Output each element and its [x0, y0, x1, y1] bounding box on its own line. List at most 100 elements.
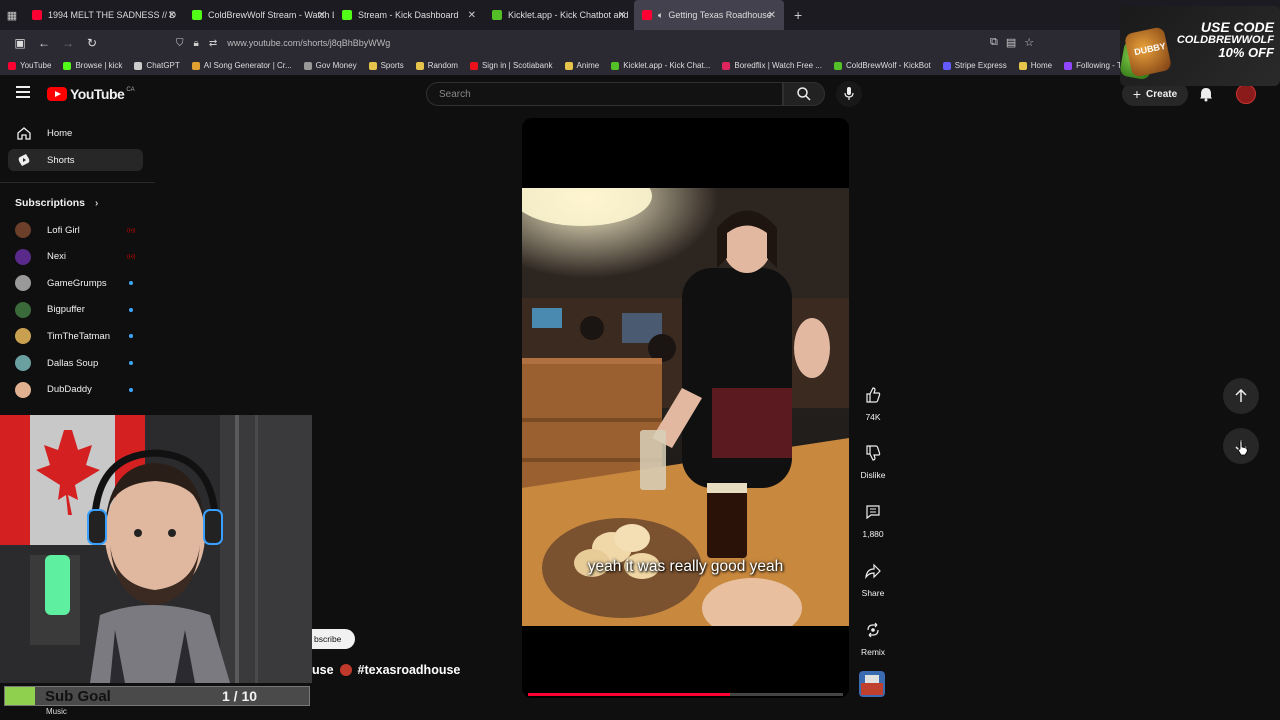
bookmark-label: Browse | kick — [75, 61, 123, 70]
bookmark-item[interactable]: YouTube — [8, 61, 51, 70]
share-arrow-icon — [858, 556, 888, 586]
subscribe-button[interactable]: bscribe — [312, 629, 355, 649]
video-caption: yeah it was really good yeah — [587, 558, 784, 575]
browser-tab[interactable]: ColdBrewWolf Stream - Watch L ✕ — [184, 0, 334, 30]
menu-icon[interactable] — [16, 86, 30, 101]
notifications-bell-icon[interactable] — [1198, 86, 1214, 102]
streamer-webcam — [0, 415, 312, 683]
channel-avatar — [15, 301, 31, 318]
back-icon[interactable]: ← — [32, 36, 56, 50]
sidebar-subscription-item[interactable]: TimTheTatman — [15, 326, 135, 346]
comments-button[interactable]: 1,880 — [855, 497, 891, 539]
sidebar-subscription-item[interactable]: Lofi Girl ((•)) — [15, 220, 135, 240]
sidebar-item-label: Home — [47, 127, 73, 139]
browser-tab[interactable]: 1994 MELT THE SADNESS // D ✕ — [24, 0, 184, 30]
bookmark-item[interactable]: Browse | kick — [63, 61, 122, 70]
sidebar-toggle-icon[interactable]: ▣ — [8, 36, 32, 50]
permissions-icon[interactable]: ⇄ — [209, 38, 217, 49]
bookmark-item[interactable]: Anime — [564, 61, 599, 70]
speaker-icon[interactable]: 🔈︎ — [658, 10, 663, 21]
tab-label: Getting Texas Roadhouse — [668, 10, 772, 20]
account-avatar[interactable] — [1236, 84, 1256, 104]
bookmark-item[interactable]: Boredflix | Watch Free ... — [722, 61, 822, 70]
previous-short-button[interactable] — [1223, 378, 1259, 414]
remix-label: Remix — [860, 647, 886, 657]
youtube-logo[interactable]: YouTube CA — [47, 86, 135, 102]
hashtag-link[interactable]: #texasroadhouse — [358, 663, 461, 677]
reload-icon[interactable]: ↻ — [80, 36, 104, 50]
browser-tab[interactable]: Stream - Kick Dashboard ✕ — [334, 0, 484, 30]
bookmark-label: Home — [1030, 61, 1053, 70]
shield-icon[interactable]: ⛉ — [176, 38, 184, 49]
url-bar-actions: ⧉ ▤ ☆ — [990, 36, 1034, 49]
voice-search-button[interactable] — [836, 81, 862, 107]
bookmark-label: AI Song Generator | Cr... — [203, 61, 292, 70]
sound-thumbnail[interactable] — [859, 671, 885, 697]
bookmark-favicon-icon — [134, 61, 143, 70]
url-text[interactable]: www.youtube.com/shorts/j8qBhBbyWWg — [227, 38, 390, 48]
channel-avatar — [15, 222, 31, 238]
close-tab-icon[interactable]: ✕ — [468, 10, 476, 21]
sidebar-item-shorts[interactable]: Shorts — [8, 149, 143, 171]
tab-label: Stream - Kick Dashboard — [358, 10, 459, 20]
bookmark-item[interactable]: Sign in | Scotiabank — [469, 61, 553, 70]
bookmark-item[interactable]: Kicklet.app - Kick Chat... — [611, 61, 710, 70]
bookmark-item[interactable]: Random — [415, 61, 458, 70]
dislike-button[interactable]: Dislike — [855, 438, 891, 480]
bookmark-item[interactable]: AI Song Generator | Cr... — [191, 61, 292, 70]
close-tab-icon[interactable]: ✕ — [168, 10, 176, 21]
webcam-image — [0, 415, 312, 683]
bookmark-favicon-icon — [942, 61, 951, 70]
channel-avatar — [15, 248, 31, 265]
bookmark-item[interactable]: Gov Money — [303, 61, 357, 70]
search-input[interactable]: Search — [426, 82, 783, 106]
sub-goal-label: Sub Goal — [45, 687, 111, 705]
sidebar-subscription-item[interactable]: GameGrumps — [15, 273, 135, 293]
bookmarks-bar: YouTube Browse | kick ChatGPT AI Song Gener… — [0, 56, 1280, 76]
bookmark-favicon-icon — [469, 61, 478, 70]
youtube-header: YouTube CA Search + Create — [0, 76, 1280, 112]
bookmark-label: ChatGPT — [146, 61, 180, 70]
arrow-up-icon — [1235, 389, 1247, 402]
sidebar-subscription-item[interactable]: DubDaddy — [15, 380, 135, 400]
forward-icon[interactable]: → — [56, 36, 80, 50]
remix-button[interactable]: Remix — [855, 615, 891, 657]
video-progress-bar[interactable] — [528, 693, 843, 696]
share-button[interactable]: Share — [855, 556, 891, 598]
title-prefix: use — [312, 663, 334, 677]
bookmark-item[interactable]: Sports — [368, 61, 404, 70]
channel-avatar — [15, 328, 31, 345]
sidebar-item-home[interactable]: Home — [8, 122, 143, 144]
tab-list-icon[interactable]: ▦ — [0, 0, 24, 30]
promo-line-1: USE CODE — [1200, 19, 1274, 35]
bookmark-item[interactable]: Home — [1018, 61, 1053, 70]
shorts-player[interactable]: yeah it was really good yeah — [522, 118, 849, 698]
search-button[interactable] — [783, 82, 825, 106]
sidebar-subscription-item[interactable]: Nexi ((•)) — [15, 247, 135, 267]
youtube-favicon-icon — [642, 10, 652, 20]
sidebar-subscription-item[interactable]: Bigpuffer — [15, 300, 135, 320]
lock-icon[interactable]: 🔒︎ — [194, 38, 199, 49]
sidebar-item-label: Shorts — [47, 154, 75, 166]
bookmark-item[interactable]: Stripe Express — [942, 61, 1007, 70]
close-tab-icon[interactable]: ✕ — [318, 10, 326, 21]
thumbs-down-icon — [858, 438, 888, 468]
bookmark-label: Stripe Express — [954, 61, 1007, 70]
browser-tab-active[interactable]: 🔈︎ Getting Texas Roadhouse ✕ — [634, 0, 784, 30]
browser-tab[interactable]: Kicklet.app - Kick Chatbot and ✕ — [484, 0, 634, 30]
url-bar[interactable]: ⛉ 🔒︎ ⇄ www.youtube.com/shorts/j8qBhBbyWW… — [176, 33, 1046, 53]
sidebar-subscription-item[interactable]: Dallas Soup — [15, 353, 135, 373]
picture-in-picture-icon[interactable]: ⧉ — [990, 36, 998, 49]
tab-label: Kicklet.app - Kick Chatbot and — [508, 10, 629, 20]
bookmark-item[interactable]: ColdBrewWolf - KickBot — [833, 61, 931, 70]
subscriptions-heading[interactable]: Subscriptions › — [15, 197, 98, 209]
youtube-play-icon — [47, 87, 67, 101]
reader-view-icon[interactable]: ▤ — [1006, 36, 1016, 49]
new-tab-icon[interactable]: + — [794, 7, 802, 23]
close-tab-icon[interactable]: ✕ — [618, 10, 626, 21]
bookmark-star-icon[interactable]: ☆ — [1024, 36, 1034, 49]
close-tab-icon[interactable]: ✕ — [768, 10, 776, 21]
bookmark-item[interactable]: ChatGPT — [134, 61, 180, 70]
create-label: Create — [1146, 88, 1178, 100]
like-button[interactable]: 74K — [855, 380, 891, 422]
